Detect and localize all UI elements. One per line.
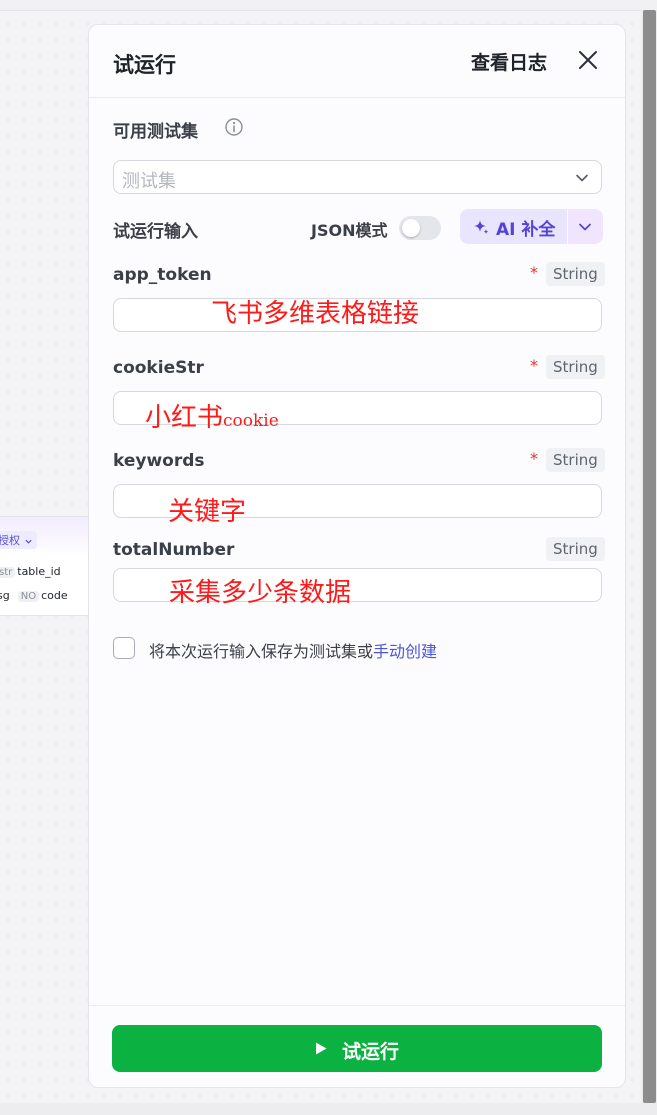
panel-footer: 试运行 <box>89 1005 625 1090</box>
node-param-row: sg NOcode <box>0 589 68 602</box>
field-label-cookie-str: cookieStr <box>113 358 204 378</box>
background-node-card[interactable]: 授权 strtable_id sg NOcode <box>0 516 93 616</box>
type-badge: String <box>546 355 605 379</box>
chevron-down-icon <box>24 539 32 544</box>
annotation-small: cookie <box>223 411 279 431</box>
panel-header: 试运行 查看日志 <box>89 25 625 98</box>
close-icon[interactable] <box>575 47 601 73</box>
scrollbar-thumb[interactable] <box>643 10 656 1103</box>
annotation-cookie-str: 小红书cookie <box>145 397 279 434</box>
test-set-placeholder: 测试集 <box>122 171 176 192</box>
ai-options-dropdown[interactable] <box>568 209 603 244</box>
required-mark: * <box>530 356 538 375</box>
ai-complete-button[interactable]: AI 补全 <box>460 209 567 244</box>
test-run-button[interactable]: 试运行 <box>112 1025 602 1072</box>
save-as-test-set-text: 将本次运行输入保存为测试集或手动创建 <box>149 638 437 662</box>
toggle-knob <box>402 219 420 237</box>
type-badge: String <box>546 448 605 472</box>
auth-chip[interactable]: 授权 <box>0 531 37 549</box>
type-pill: str <box>0 567 16 578</box>
json-mode-label: JSON模式 <box>311 221 388 240</box>
play-icon <box>316 1042 327 1055</box>
chevron-down-icon <box>579 223 591 231</box>
bottom-strip <box>0 1103 657 1115</box>
param-name: table_id <box>17 565 61 578</box>
ai-complete-label: AI 补全 <box>496 220 556 240</box>
test-run-panel: 试运行 查看日志 可用测试集 测试集 试运行输入 JSON模式 AI 补全 ap… <box>88 24 626 1088</box>
test-run-label: 试运行 <box>342 1041 400 1063</box>
annotation-total-number: 采集多少条数据 <box>169 578 352 608</box>
field-label-app-token: app_token <box>113 265 212 285</box>
field-label-total-number: totalNumber <box>113 540 235 560</box>
test-set-select[interactable]: 测试集 <box>113 160 602 194</box>
save-option-label: 将本次运行输入保存为测试集或 <box>149 642 374 661</box>
test-set-label: 可用测试集 <box>113 122 198 142</box>
save-as-test-set-checkbox[interactable] <box>113 637 135 659</box>
sparkle-icon <box>474 220 489 235</box>
type-badge: String <box>546 537 605 561</box>
view-log-button[interactable]: 查看日志 <box>471 48 547 75</box>
required-mark: * <box>530 449 538 468</box>
panel-title: 试运行 <box>113 53 176 77</box>
info-icon[interactable] <box>224 117 244 137</box>
chevron-down-icon <box>576 174 588 182</box>
type-badge: String <box>546 262 605 286</box>
type-pill: NO <box>17 591 40 602</box>
json-mode-toggle[interactable] <box>399 216 441 240</box>
manual-create-link[interactable]: 手动创建 <box>373 642 437 661</box>
annotation-app-token: 飞书多维表格链接 <box>211 299 420 329</box>
auth-chip-label: 授权 <box>0 534 20 547</box>
top-divider <box>0 0 657 11</box>
required-mark: * <box>530 263 538 282</box>
annotation-main: 小红书 <box>145 403 224 433</box>
param-name: code <box>41 589 68 602</box>
annotation-keywords: 关键字 <box>168 497 247 527</box>
node-param-row: str table_id <box>0 565 61 578</box>
param-name: sg <box>0 589 10 602</box>
run-input-label: 试运行输入 <box>113 222 198 242</box>
field-label-keywords: keywords <box>113 451 205 471</box>
